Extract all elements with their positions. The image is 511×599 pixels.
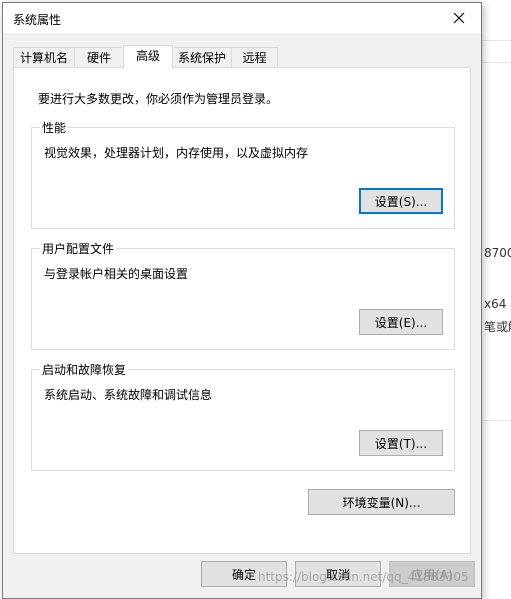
advanced-tab-panel: 要进行大多数更改，你必须作为管理员登录。 性能 视觉效果，处理器计划，内存使用，… [13,67,471,554]
group-title: 启动和故障恢复 [40,361,129,378]
tab-advanced[interactable]: 高级 [123,45,173,69]
tab-hardware[interactable]: 硬件 [74,47,124,68]
performance-settings-button[interactable]: 设置(S)... [359,188,443,214]
startup-recovery-settings-button[interactable]: 设置(T)... [359,430,443,456]
group-title: 性能 [40,119,69,136]
user-profiles-settings-button[interactable]: 设置(E)... [359,309,443,335]
group-description: 系统启动、系统故障和调试信息 [44,388,213,402]
watermark-text: https://blog.csdn.net/qq_41883305 [258,570,469,584]
bg-text: x64 的 [484,297,511,311]
title-bar: 系统属性 [3,3,481,33]
environment-variables-button[interactable]: 环境变量(N)... [308,489,455,515]
performance-group: 性能 视觉效果，处理器计划，内存使用，以及虚拟内存 设置(S)... [31,119,455,229]
bg-divider [482,62,511,63]
user-profiles-group: 用户配置文件 与登录帐户相关的桌面设置 设置(E)... [31,240,455,350]
tab-remote[interactable]: 远程 [231,47,278,68]
group-title: 用户配置文件 [40,240,117,257]
admin-notice: 要进行大多数更改，你必须作为管理员登录。 [38,92,279,106]
tab-computer-name[interactable]: 计算机名 [13,47,75,68]
bg-text: 笔或触 [484,320,511,334]
startup-recovery-group: 启动和故障恢复 系统启动、系统故障和调试信息 设置(T)... [31,361,455,471]
group-description: 视觉效果，处理器计划，内存使用，以及虚拟内存 [44,146,309,160]
bg-divider [482,420,511,421]
bg-text: 8700 [484,246,511,260]
window-title: 系统属性 [13,13,62,27]
tab-system-protection[interactable]: 系统保护 [172,47,232,68]
group-description: 与登录帐户相关的桌面设置 [44,267,189,281]
close-button[interactable] [437,3,481,33]
bg-divider [482,40,511,41]
system-properties-dialog: 系统属性 计算机名 硬件 高级 系统保护 远程 要进行大多数更改，你必须作为管理… [2,2,482,599]
close-icon [453,12,465,24]
